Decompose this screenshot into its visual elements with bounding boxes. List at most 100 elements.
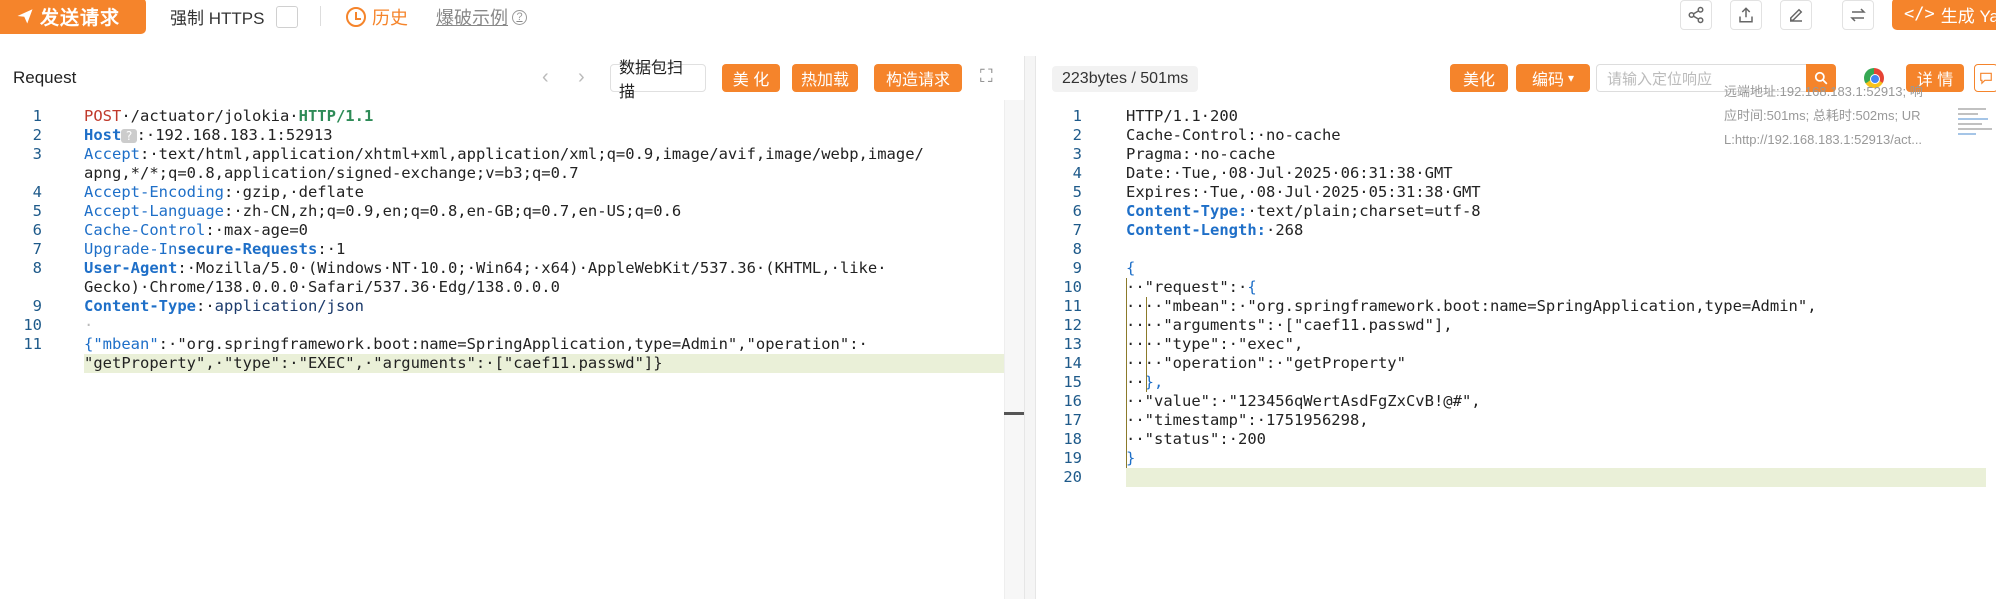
swap-icon[interactable]	[1842, 0, 1874, 30]
line-number: 2	[32, 126, 42, 144]
code-token: :·"org.springframework.boot:name=SpringA…	[158, 335, 868, 353]
code-token: Content-Length:	[1126, 221, 1266, 239]
code-token: :·	[195, 297, 215, 315]
code-line: HTTP/1.1·200	[1126, 107, 1238, 125]
request-editor[interactable]: 1 POST·/actuator/jolokia·HTTP/1.1 2 Host?:·…	[0, 100, 1024, 599]
chevron-left-icon[interactable]: ‹	[542, 66, 549, 89]
code-token: :·max-age=0	[205, 221, 308, 239]
code-token: }	[1126, 449, 1136, 467]
history-button[interactable]: 历史	[346, 4, 408, 30]
example-label: 爆破示例	[436, 8, 508, 28]
encoding-dropdown[interactable]: 编码 ▾	[1516, 64, 1590, 92]
response-viewer[interactable]: 1 HTTP/1.1·200 2 Cache-Control:·no-cache 3 Pr…	[1036, 100, 1996, 599]
code-line: ··"status":·200	[1126, 430, 1266, 448]
code-token: :·text/html,application/xhtml+xml,applic…	[140, 145, 924, 163]
code-token: ··"status":·200	[1126, 430, 1266, 448]
line-number: 10	[1063, 278, 1082, 296]
code-token: HTTP/1.1·200	[1126, 107, 1238, 125]
code-token: apng,*/*;q=0.8,application/signed-exchan…	[84, 164, 579, 182]
code-token: Expires:·Tue,·08·Jul·2025·05:31:38·GMT	[1126, 183, 1481, 201]
line-number: 13	[1063, 335, 1082, 353]
line-number: 4	[32, 183, 42, 201]
code-token: POST	[84, 107, 122, 125]
line-number: 7	[32, 240, 42, 258]
code-token: :·zh-CN,zh;q=0.9,en;q=0.8,en-GB;q=0.7,en…	[223, 202, 682, 220]
panel-splitter[interactable]	[1024, 56, 1036, 599]
generate-button[interactable]: </> 生成 Ya	[1892, 0, 1996, 30]
code-line: ····"operation":·"getProperty"	[1126, 354, 1406, 372]
code-line: User-Agent:·Mozilla/5.0·(Windows·NT·10.0…	[84, 259, 887, 277]
send-request-button[interactable]: 发送请求	[0, 0, 146, 34]
request-title: Request	[13, 68, 77, 87]
request-scrollbar[interactable]	[1004, 100, 1024, 599]
code-token: Cache-Control:·no-cache	[1126, 126, 1341, 144]
line-number: 12	[1063, 316, 1082, 334]
code-token: secure-Requests	[177, 240, 318, 258]
code-line: Upgrade-Insecure-Requests:·1	[84, 240, 345, 258]
line-number: 7	[1072, 221, 1082, 239]
code-token: Accept-Language	[84, 202, 224, 220]
force-https-toggle[interactable]: 强制 HTTPS	[170, 4, 299, 29]
beautify-response-button[interactable]: 美化	[1450, 64, 1508, 92]
brute-force-example-link[interactable]: 爆破示例 ?	[436, 4, 527, 30]
code-token: Content-Type	[84, 297, 196, 315]
share-icon[interactable]	[1680, 0, 1712, 30]
code-token: Pragma:·no-cache	[1126, 145, 1276, 163]
line-number: 6	[32, 221, 42, 239]
code-token: ··"timestamp":·1751956298,	[1126, 411, 1369, 429]
code-token: ····"arguments":·["caef11.passwd"],	[1126, 316, 1453, 334]
code-token: Host	[84, 126, 122, 144]
line-number: 5	[32, 202, 42, 220]
code-token: Date:·Tue,·08·Jul·2025·06:31:38·GMT	[1126, 164, 1453, 182]
code-line: Cache-Control:·no-cache	[1126, 126, 1341, 144]
help-badge: ?	[121, 129, 137, 143]
code-line: {	[1126, 259, 1135, 277]
code-line: ····"mbean":·"org.springframework.boot:n…	[1126, 297, 1817, 315]
generate-label: 生成 Ya	[1940, 6, 1996, 26]
line-number: 8	[1072, 240, 1082, 258]
code-token: ·/actuator/jolokia·	[121, 107, 299, 125]
response-panel: 223bytes / 501ms 美化 编码 ▾ 请输入定位响应 详 情 远端地…	[1036, 56, 1996, 599]
help-icon[interactable]: ?	[512, 9, 527, 25]
code-line: Cache-Control:·max-age=0	[84, 221, 308, 239]
code-token: ·268	[1265, 221, 1304, 239]
chevron-right-icon[interactable]: ›	[578, 66, 585, 89]
line-number: 3	[32, 145, 42, 163]
code-token: {	[1126, 259, 1136, 277]
code-line: Expires:·Tue,·08·Jul·2025·05:31:38·GMT	[1126, 183, 1481, 201]
force-https-checkbox[interactable]	[276, 5, 299, 28]
line-number: 9	[32, 297, 42, 315]
code-token: :·gzip,·deflate	[223, 183, 364, 201]
code-line: Content-Length:·268	[1126, 221, 1303, 239]
search-placeholder: 请输入定位响应	[1607, 70, 1713, 88]
beautify-request-button[interactable]: 美 化	[722, 64, 780, 92]
line-number: 3	[1072, 145, 1082, 163]
packet-scan-button[interactable]: 数据包扫描	[610, 60, 706, 101]
code-token: ····"mbean":·"org.springframework.boot:n…	[1126, 297, 1817, 315]
code-line: "getProperty",·"type":·"EXEC",·"argument…	[84, 354, 663, 372]
construct-request-button[interactable]: 构造请求	[874, 64, 962, 92]
expand-icon[interactable]: ⛶	[980, 66, 993, 87]
history-label: 历史	[372, 8, 408, 28]
code-line: POST·/actuator/jolokia·HTTP/1.1	[84, 107, 373, 125]
code-line: apng,*/*;q=0.8,application/signed-exchan…	[84, 164, 579, 182]
force-https-label: 强制 HTTPS	[170, 9, 265, 28]
encoding-label: 编码	[1531, 72, 1564, 89]
response-size-badge: 223bytes / 501ms	[1052, 66, 1199, 92]
code-token: application/json	[214, 297, 364, 315]
code-token: :·1	[317, 240, 346, 258]
line-number: 4	[1072, 164, 1082, 182]
comment-icon[interactable]	[1974, 64, 1996, 92]
line-number: 9	[1072, 259, 1082, 277]
code-line: ····"type":·"exec",	[1126, 335, 1303, 353]
code-line: Content-Type:·text/plain;charset=utf-8	[1126, 202, 1481, 220]
code-icon: </>	[1904, 4, 1935, 24]
code-token: {"mbean"	[84, 335, 159, 353]
hotload-button[interactable]: 热加载	[792, 64, 858, 92]
code-token: ··"request":·	[1126, 278, 1248, 296]
code-line: ··"value":·"123456qWertAsdFgZxCvB!@#",	[1126, 392, 1481, 410]
edit-icon[interactable]	[1780, 0, 1812, 30]
top-toolbar: 发送请求 强制 HTTPS 历史 爆破示例 ? </> 生成 Ya	[0, 0, 1996, 34]
chevron-down-icon: ▾	[1567, 71, 1575, 85]
export-icon[interactable]	[1730, 0, 1762, 30]
